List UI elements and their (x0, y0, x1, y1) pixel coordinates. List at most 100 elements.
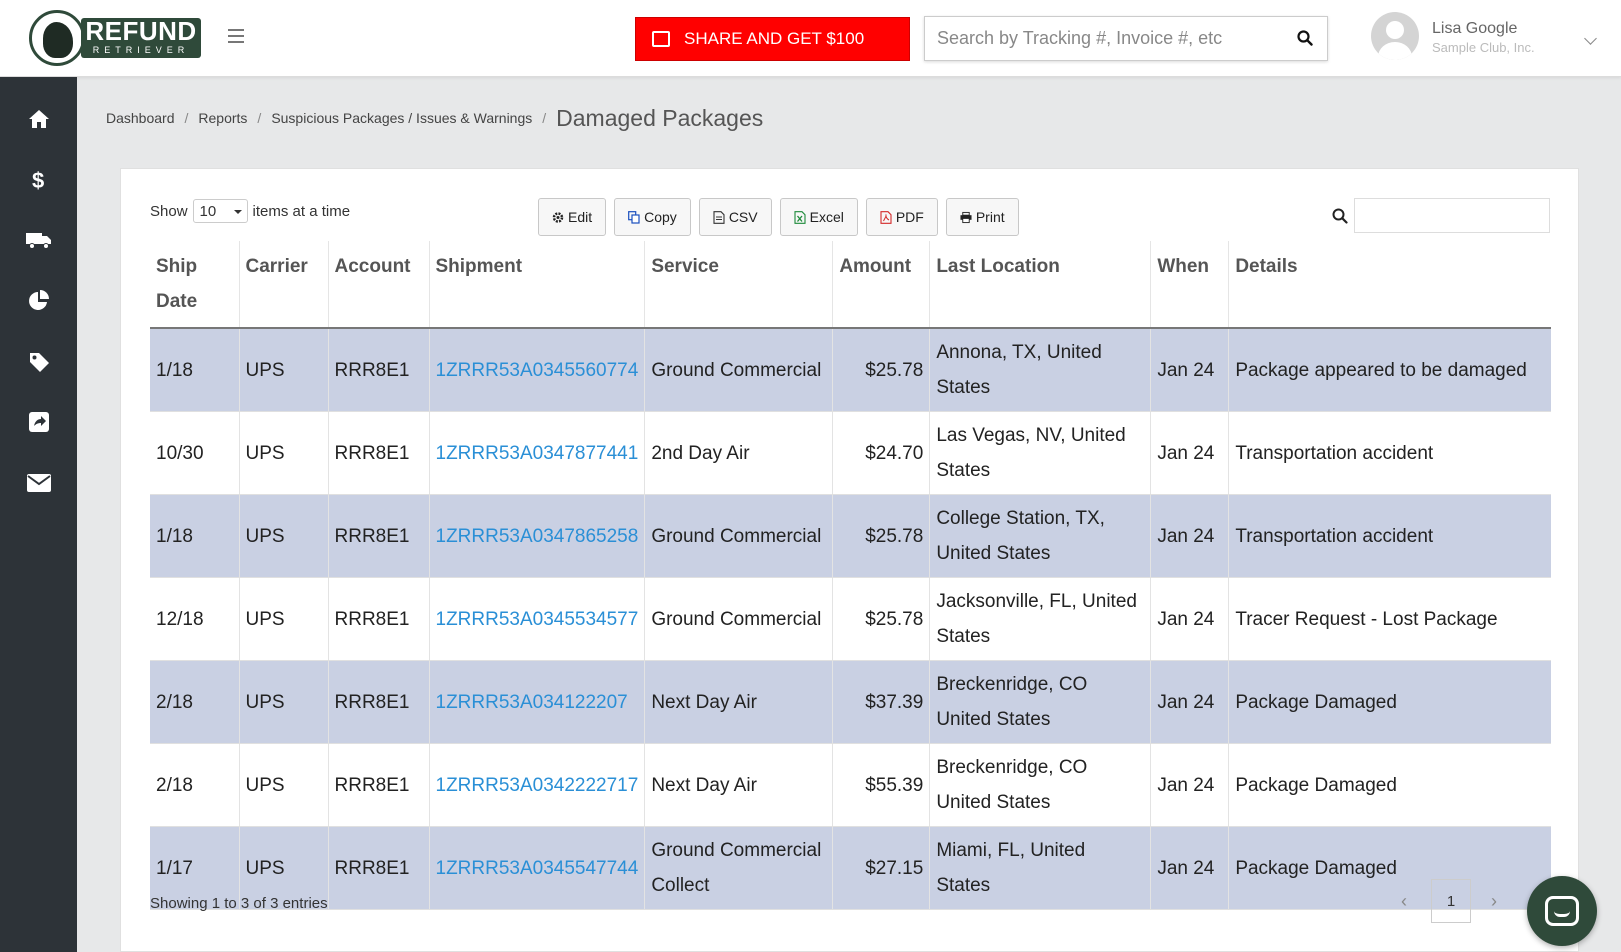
hamburger-menu-icon[interactable] (228, 29, 244, 43)
tracking-link[interactable]: 1ZRRR53A0345560774 (436, 360, 639, 381)
column-header-ship-date[interactable]: Ship Date (150, 241, 239, 329)
pagination-page-1[interactable]: 1 (1431, 879, 1471, 923)
column-header-service[interactable]: Service (644, 241, 833, 329)
breadcrumb-reports[interactable]: Reports (198, 110, 247, 126)
pagination-prev[interactable]: ‹ (1401, 891, 1407, 912)
cell-details: Transportation accident (1228, 411, 1551, 495)
refund-retriever-logo[interactable]: REFUND RETRIEVER (29, 10, 201, 66)
column-header-details[interactable]: Details (1228, 241, 1551, 329)
tracking-link[interactable]: 1ZRRR53A0347877441 (436, 443, 639, 464)
cell-last-location: Miami, FL, United States (929, 826, 1151, 910)
cell-carrier: UPS (238, 577, 328, 661)
cell-ship-date: 1/18 (150, 328, 239, 412)
copy-icon (628, 210, 640, 224)
cell-service: Ground Commercial (644, 577, 833, 661)
sidebar-item-share[interactable] (25, 408, 53, 436)
cell-shipment: 1ZRRR53A0345534577 (428, 577, 645, 661)
sidebar-item-refunds[interactable]: $ (25, 166, 53, 194)
edit-button[interactable]: Edit (538, 198, 607, 236)
sidebar: $ (0, 77, 77, 952)
cell-when: Jan 24 (1150, 660, 1229, 744)
pdf-button[interactable]: PDF (865, 198, 938, 236)
table-search-input[interactable] (1354, 198, 1550, 233)
cell-service: Next Day Air (644, 660, 833, 744)
copy-button[interactable]: Copy (614, 198, 691, 236)
global-search-input[interactable] (925, 17, 1265, 60)
sidebar-item-home[interactable] (25, 105, 53, 133)
sidebar-item-messages[interactable] (25, 469, 53, 497)
cell-details: Package Damaged (1228, 743, 1551, 827)
column-header-account[interactable]: Account (327, 241, 429, 329)
cell-last-location: Breckenridge, CO United States (929, 660, 1151, 744)
cell-shipment: 1ZRRR53A0342222717 (428, 743, 645, 827)
chevron-down-icon[interactable] (1584, 32, 1597, 45)
cell-ship-date: 2/18 (150, 660, 239, 744)
caret-down-icon (233, 210, 242, 214)
cell-shipment: 1ZRRR53A0347877441 (428, 411, 645, 495)
cell-carrier: UPS (238, 660, 328, 744)
cell-service: Ground Commercial (644, 328, 833, 412)
tracking-link[interactable]: 1ZRRR53A0342222717 (436, 775, 639, 796)
column-header-when[interactable]: When (1150, 241, 1229, 329)
tracking-link[interactable]: 1ZRRR53A0347865258 (436, 526, 639, 547)
column-header-carrier[interactable]: Carrier (238, 241, 328, 329)
cell-account: RRR8E1 (327, 494, 429, 578)
envelope-icon (27, 474, 51, 492)
top-bar: REFUND RETRIEVER SHARE AND GET $100 Lisa… (0, 0, 1621, 77)
cell-details: Package Damaged (1228, 826, 1551, 910)
page-size-select[interactable]: 10 (192, 199, 248, 223)
file-text-icon (713, 210, 725, 224)
cell-amount: $25.78 (832, 577, 930, 661)
cell-shipment: 1ZRRR53A0345560774 (428, 328, 645, 412)
cell-ship-date: 1/18 (150, 494, 239, 578)
cell-carrier: UPS (238, 743, 328, 827)
printer-icon (960, 211, 972, 223)
tracking-link[interactable]: 1ZRRR53A0345547744 (436, 858, 639, 879)
cell-amount: $25.78 (832, 494, 930, 578)
logo-word-refund: REFUND (85, 16, 197, 46)
cell-when: Jan 24 (1150, 577, 1229, 661)
column-header-last-location[interactable]: Last Location (929, 241, 1151, 329)
table-header-row: Ship Date Carrier Account Shipment Servi… (150, 241, 1551, 329)
cell-service: Ground Commercial Collect (644, 826, 833, 910)
share-icon (29, 412, 49, 432)
sidebar-item-reports[interactable] (25, 287, 53, 315)
share-and-get-button[interactable]: SHARE AND GET $100 (635, 17, 910, 61)
cell-details: Package appeared to be damaged (1228, 328, 1551, 412)
table-row: 1/18 UPS RRR8E1 1ZRRR53A0347865258 Groun… (150, 494, 1551, 578)
csv-button[interactable]: CSV (698, 198, 772, 236)
dollar-icon: $ (32, 168, 44, 192)
breadcrumb-dashboard[interactable]: Dashboard (106, 110, 175, 126)
cell-amount: $25.78 (832, 328, 930, 412)
pie-chart-icon (29, 290, 49, 310)
breadcrumb-suspicious-packages[interactable]: Suspicious Packages / Issues & Warnings (271, 110, 532, 126)
truck-icon (26, 233, 51, 249)
cell-details: Tracer Request - Lost Package (1228, 577, 1551, 661)
user-menu[interactable]: Lisa Google Sample Club, Inc. (1371, 12, 1611, 64)
tracking-link[interactable]: 1ZRRR53A034122207 (436, 692, 628, 713)
table-row: 2/18 UPS RRR8E1 1ZRRR53A0342222717 Next … (150, 743, 1551, 827)
print-button[interactable]: Print (945, 198, 1019, 236)
cell-last-location: Jacksonville, FL, United States (929, 577, 1151, 661)
sidebar-item-shipments[interactable] (25, 226, 53, 254)
cell-account: RRR8E1 (327, 826, 429, 910)
tracking-link[interactable]: 1ZRRR53A0345534577 (436, 609, 639, 630)
column-header-amount[interactable]: Amount (832, 241, 930, 329)
pagination-next[interactable]: › (1491, 891, 1497, 912)
pagination: ‹ 1 › (1401, 879, 1497, 923)
excel-button[interactable]: Excel (779, 198, 858, 236)
table-row: 10/30 UPS RRR8E1 1ZRRR53A0347877441 2nd … (150, 411, 1551, 495)
chat-launcher[interactable] (1527, 876, 1597, 946)
share-icon (652, 31, 670, 47)
cell-amount: $27.15 (832, 826, 930, 910)
cell-account: RRR8E1 (327, 577, 429, 661)
sidebar-item-tags[interactable] (25, 348, 53, 376)
search-icon[interactable] (1297, 30, 1313, 46)
cell-account: RRR8E1 (327, 660, 429, 744)
cell-last-location: Breckenridge, CO United States (929, 743, 1151, 827)
column-header-shipment[interactable]: Shipment (428, 241, 645, 329)
file-excel-icon (794, 210, 806, 224)
cell-service: Ground Commercial (644, 494, 833, 578)
tag-icon (30, 353, 49, 372)
cell-account: RRR8E1 (327, 411, 429, 495)
